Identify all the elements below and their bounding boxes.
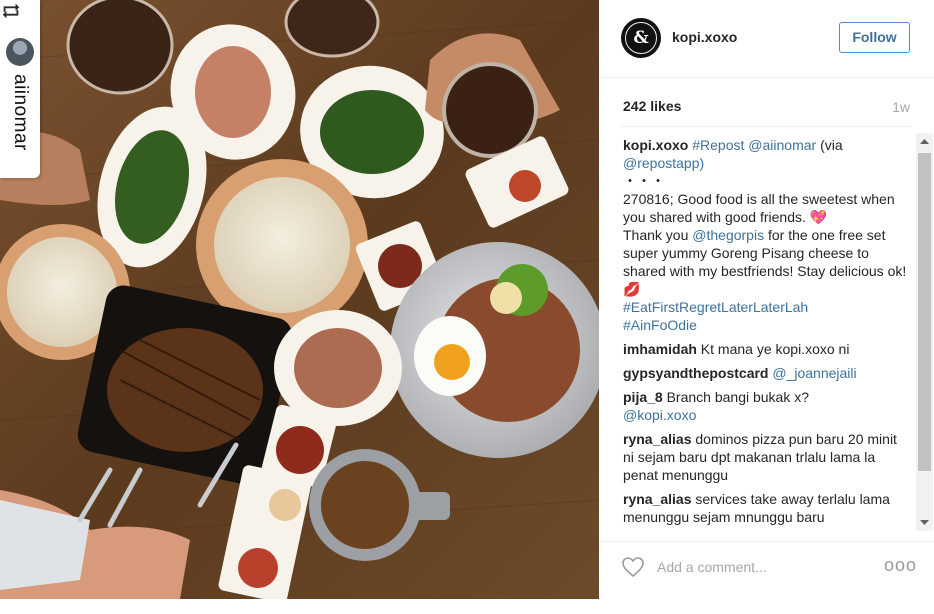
list-item: ryna_alias services take away terlalu la… bbox=[623, 490, 911, 526]
list-item: gypsyandthepostcard @_joannejaili bbox=[623, 364, 911, 382]
comment-mention[interactable]: @_joannejaili bbox=[772, 365, 856, 381]
likes-count[interactable]: 242 likes bbox=[623, 98, 681, 114]
list-item: pija_8 Branch bangi bukak x? @kopi.xoxo bbox=[623, 388, 911, 424]
list-item: ryna_alias dominos pizza pun baru 20 min… bbox=[623, 430, 911, 484]
more-options-icon[interactable]: ooo bbox=[884, 556, 916, 576]
repost-hashtag[interactable]: #Repost bbox=[692, 137, 744, 153]
via-text: (via bbox=[820, 137, 843, 153]
hashtag-ainfoodie[interactable]: #AinFoOdie bbox=[623, 316, 911, 334]
repostapp-mention[interactable]: @repostapp) bbox=[623, 155, 704, 171]
divider bbox=[621, 126, 912, 127]
scrollbar-thumb[interactable] bbox=[918, 153, 931, 471]
comment-footer: ooo bbox=[599, 541, 934, 593]
scroll-up-icon[interactable] bbox=[916, 133, 933, 150]
post-username[interactable]: kopi.xoxo bbox=[672, 29, 737, 45]
comments-list: kopi.xoxo #Repost @aiinomar (via @repost… bbox=[623, 136, 911, 532]
caption: kopi.xoxo #Repost @aiinomar (via @repost… bbox=[623, 136, 911, 334]
comment-username[interactable]: ryna_alias bbox=[623, 431, 692, 447]
comment-username[interactable]: pija_8 bbox=[623, 389, 663, 405]
repost-badge: aiinomar bbox=[0, 0, 40, 178]
post-details-panel: & kopi.xoxo Follow 242 likes 1w kopi.xox… bbox=[599, 0, 934, 614]
follow-button[interactable]: Follow bbox=[839, 22, 910, 53]
post-photo[interactable]: aiinomar bbox=[0, 0, 599, 599]
scroll-down-icon[interactable] bbox=[916, 514, 933, 531]
avatar-logo-text: & bbox=[633, 28, 649, 48]
post-time[interactable]: 1w bbox=[892, 99, 910, 115]
comment-username[interactable]: ryna_alias bbox=[623, 491, 692, 507]
repost-icon bbox=[2, 3, 20, 19]
comment-mention[interactable]: @kopi.xoxo bbox=[623, 406, 911, 424]
food-photo-illustration bbox=[0, 0, 599, 599]
repost-avatar bbox=[6, 38, 34, 66]
post-header: & kopi.xoxo Follow bbox=[599, 0, 934, 78]
avatar[interactable]: & bbox=[621, 18, 661, 58]
caption-line-1: 270816; Good food is all the sweetest wh… bbox=[623, 191, 895, 225]
comment-text: Branch bangi bukak x? bbox=[666, 389, 810, 405]
repost-mention[interactable]: @aiinomar bbox=[748, 137, 816, 153]
list-item: imhamidah Kt mana ye kopi.xoxo ni bbox=[623, 340, 911, 358]
hashtag-eatfirst[interactable]: #EatFirstRegretLaterLaterLah bbox=[623, 298, 911, 316]
comment-username[interactable]: gypsyandthepostcard bbox=[623, 365, 768, 381]
comment-text: Kt mana ye kopi.xoxo ni bbox=[700, 341, 850, 357]
repost-username: aiinomar bbox=[10, 74, 31, 151]
caption-dots: ・・・ bbox=[623, 173, 665, 189]
heart-icon[interactable] bbox=[621, 556, 645, 578]
comments-scrollbar[interactable] bbox=[916, 133, 933, 531]
add-comment-input[interactable] bbox=[657, 557, 857, 577]
thegorpis-mention[interactable]: @thegorpis bbox=[692, 227, 764, 243]
comment-username[interactable]: imhamidah bbox=[623, 341, 697, 357]
caption-username[interactable]: kopi.xoxo bbox=[623, 137, 688, 153]
caption-thanks: Thank you bbox=[623, 227, 689, 243]
